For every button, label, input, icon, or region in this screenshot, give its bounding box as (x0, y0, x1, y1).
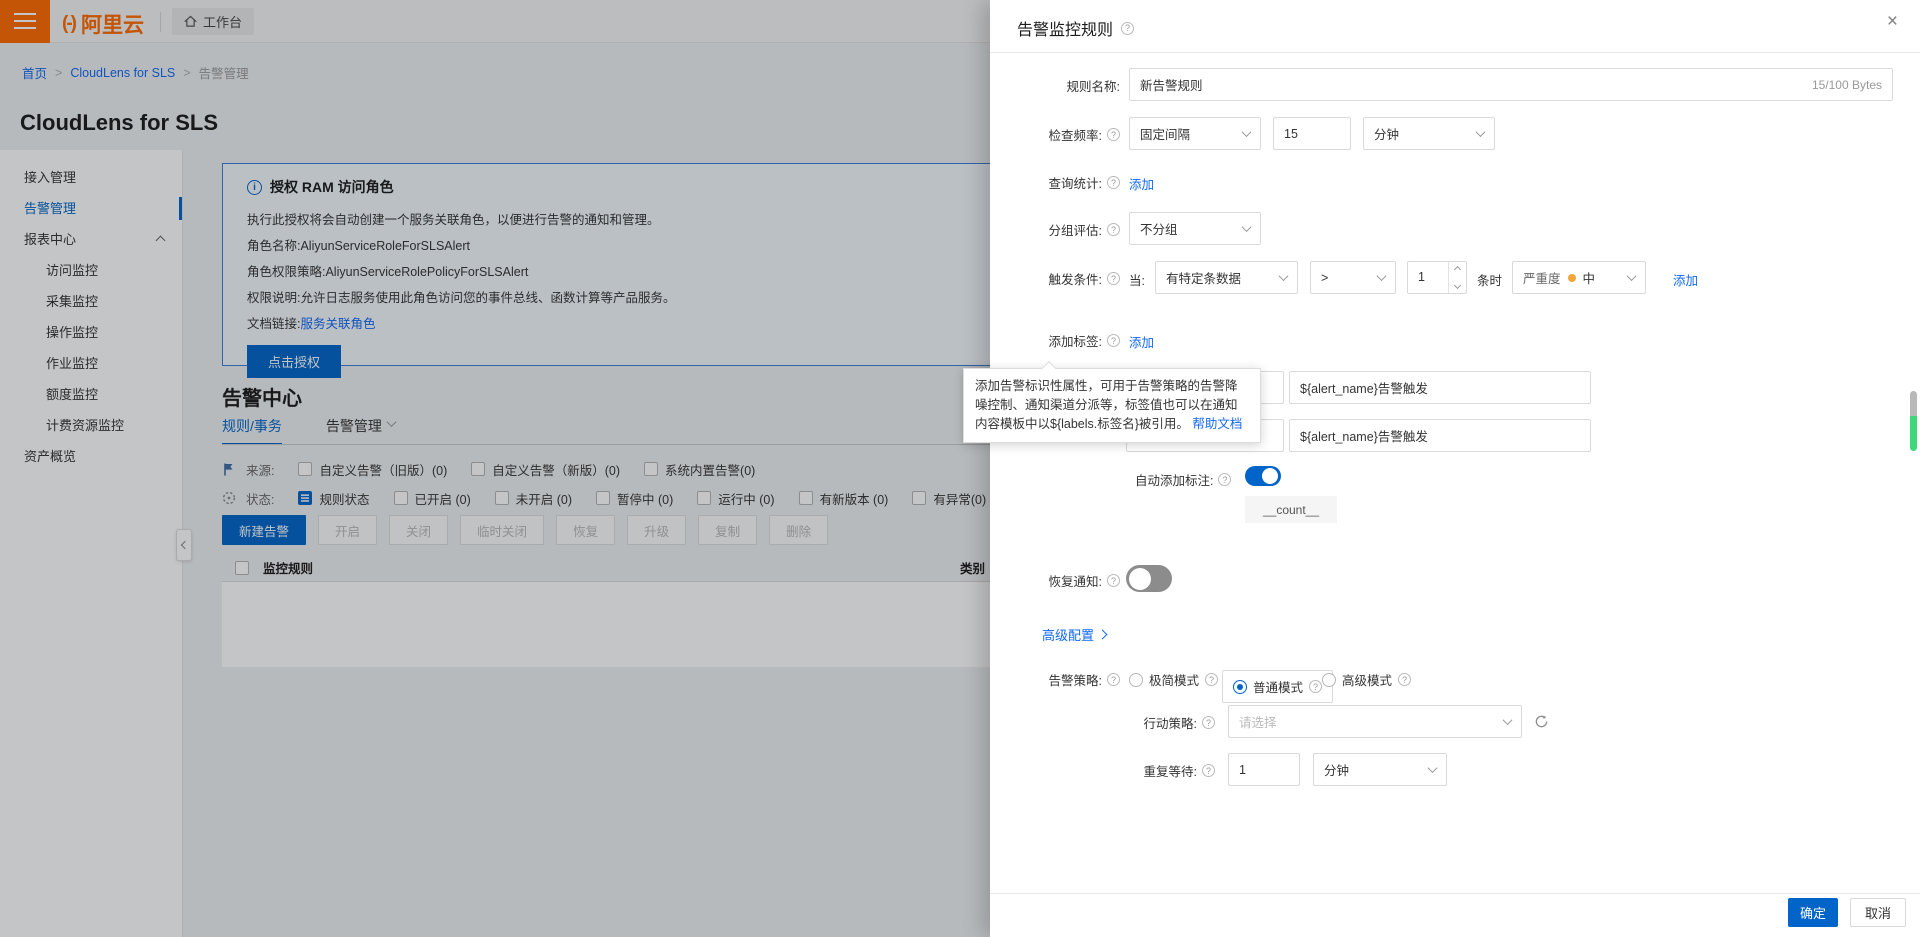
chevron-down-icon (1242, 127, 1252, 137)
radio-simple-mode[interactable]: 极简模式? (1129, 670, 1218, 689)
tooltip-help-doc-link[interactable]: 帮助文档 (1192, 417, 1242, 431)
rule-name-input[interactable]: 新告警规则 15/100 Bytes (1129, 68, 1893, 101)
refresh-icon[interactable] (1534, 714, 1549, 729)
recovery-toggle[interactable] (1126, 565, 1172, 592)
help-icon[interactable]: ? (1398, 673, 1411, 686)
radio-normal-mode[interactable]: 普通模式? (1222, 670, 1333, 703)
drawer-scrollbar-thumb[interactable] (1910, 391, 1917, 451)
help-icon[interactable]: ? (1107, 272, 1120, 285)
add-label-link[interactable]: 添加 (1129, 332, 1154, 351)
help-icon[interactable]: ? (1309, 680, 1322, 693)
help-icon[interactable]: ? (1202, 764, 1215, 777)
help-icon[interactable]: ? (1218, 473, 1231, 486)
radio-icon (1129, 673, 1143, 687)
repeat-wait-unit-select[interactable]: 分钟 (1313, 753, 1447, 786)
query-stats-label: 查询统计: (1049, 173, 1102, 192)
help-icon[interactable]: ? (1107, 673, 1120, 686)
trigger-label: 触发条件: (1049, 269, 1102, 288)
chevron-down-icon (1627, 271, 1637, 281)
help-icon[interactable]: ? (1107, 223, 1120, 236)
tag-value-input-1[interactable]: ${alert_name}告警触发 (1289, 371, 1591, 404)
add-query-link[interactable]: 添加 (1129, 174, 1154, 193)
cancel-button[interactable]: 取消 (1850, 898, 1906, 927)
interval-unit-select[interactable]: 分钟 (1363, 117, 1495, 150)
close-icon[interactable]: × (1887, 12, 1898, 31)
alert-policy-label: 告警策略: (1049, 670, 1102, 689)
footer-divider (990, 893, 1920, 894)
rule-name-label: 规则名称: (990, 76, 1120, 95)
help-icon[interactable]: ? (1107, 176, 1120, 189)
char-counter: 15/100 Bytes (1812, 78, 1882, 92)
stepper-up-icon[interactable] (1449, 262, 1466, 278)
trigger-count-suffix: 条时 (1477, 270, 1502, 289)
radio-icon (1233, 680, 1247, 694)
repeat-wait-label: 重复等待: (1144, 761, 1197, 780)
trigger-operator-select[interactable]: > (1310, 261, 1396, 294)
severity-prefix: 严重度 (1523, 268, 1561, 287)
trigger-count-stepper[interactable]: 1 (1407, 261, 1467, 294)
action-policy-label: 行动策略: (1144, 713, 1197, 732)
recovery-label: 恢复通知: (1049, 571, 1102, 590)
stepper-down-icon[interactable] (1449, 278, 1466, 294)
chevron-right-icon (1098, 630, 1108, 640)
chevron-down-icon (1242, 222, 1252, 232)
radio-icon (1322, 673, 1336, 687)
interval-type-select[interactable]: 固定间隔 (1129, 117, 1261, 150)
help-icon[interactable]: ? (1121, 22, 1134, 35)
help-icon[interactable]: ? (1107, 574, 1120, 587)
chevron-down-icon (1476, 127, 1486, 137)
confirm-button[interactable]: 确定 (1788, 898, 1838, 927)
drawer-title: 告警监控规则 (1017, 16, 1113, 40)
check-freq-label: 检查频率: (1049, 125, 1102, 144)
add-trigger-link[interactable]: 添加 (1673, 270, 1698, 289)
chevron-down-icon (1377, 271, 1387, 281)
trigger-condition-select[interactable]: 有特定条数据 (1155, 261, 1298, 294)
group-eval-select[interactable]: 不分组 (1129, 212, 1261, 245)
help-icon[interactable]: ? (1107, 128, 1120, 141)
auto-annotation-toggle[interactable] (1245, 466, 1281, 486)
severity-medium-dot-icon (1568, 274, 1576, 282)
interval-value-input[interactable]: 15 (1273, 117, 1351, 150)
add-labels-label: 添加标签: (1049, 331, 1102, 350)
auto-annotation-label: 自动添加标注: (1135, 470, 1213, 489)
severity-select[interactable]: 严重度 中 (1512, 261, 1646, 294)
count-annotation-chip: __count__ (1245, 496, 1337, 523)
group-eval-label: 分组评估: (1049, 220, 1102, 239)
help-icon[interactable]: ? (1202, 716, 1215, 729)
radio-advanced-mode[interactable]: 高级模式? (1322, 670, 1411, 689)
trigger-when-label: 当: (1129, 270, 1145, 289)
severity-value: 中 (1583, 268, 1596, 287)
tag-value-input-2[interactable]: ${alert_name}告警触发 (1289, 419, 1591, 452)
help-icon[interactable]: ? (1205, 673, 1218, 686)
add-labels-tooltip: 添加告警标识性属性，可用于告警策略的告警降噪控制、通知渠道分派等，标签值也可以在… (963, 368, 1261, 443)
repeat-wait-input[interactable]: 1 (1228, 753, 1300, 786)
chevron-down-icon (1279, 271, 1289, 281)
advanced-config-link[interactable]: 高级配置 (1042, 625, 1106, 644)
chevron-down-icon (1503, 715, 1513, 725)
action-policy-select[interactable]: 请选择 (1228, 705, 1522, 738)
help-icon[interactable]: ? (1107, 334, 1120, 347)
chevron-down-icon (1428, 763, 1438, 773)
alert-rule-drawer: 告警监控规则 ? × 规则名称: 新告警规则 15/100 Bytes 检查频率… (990, 0, 1920, 937)
